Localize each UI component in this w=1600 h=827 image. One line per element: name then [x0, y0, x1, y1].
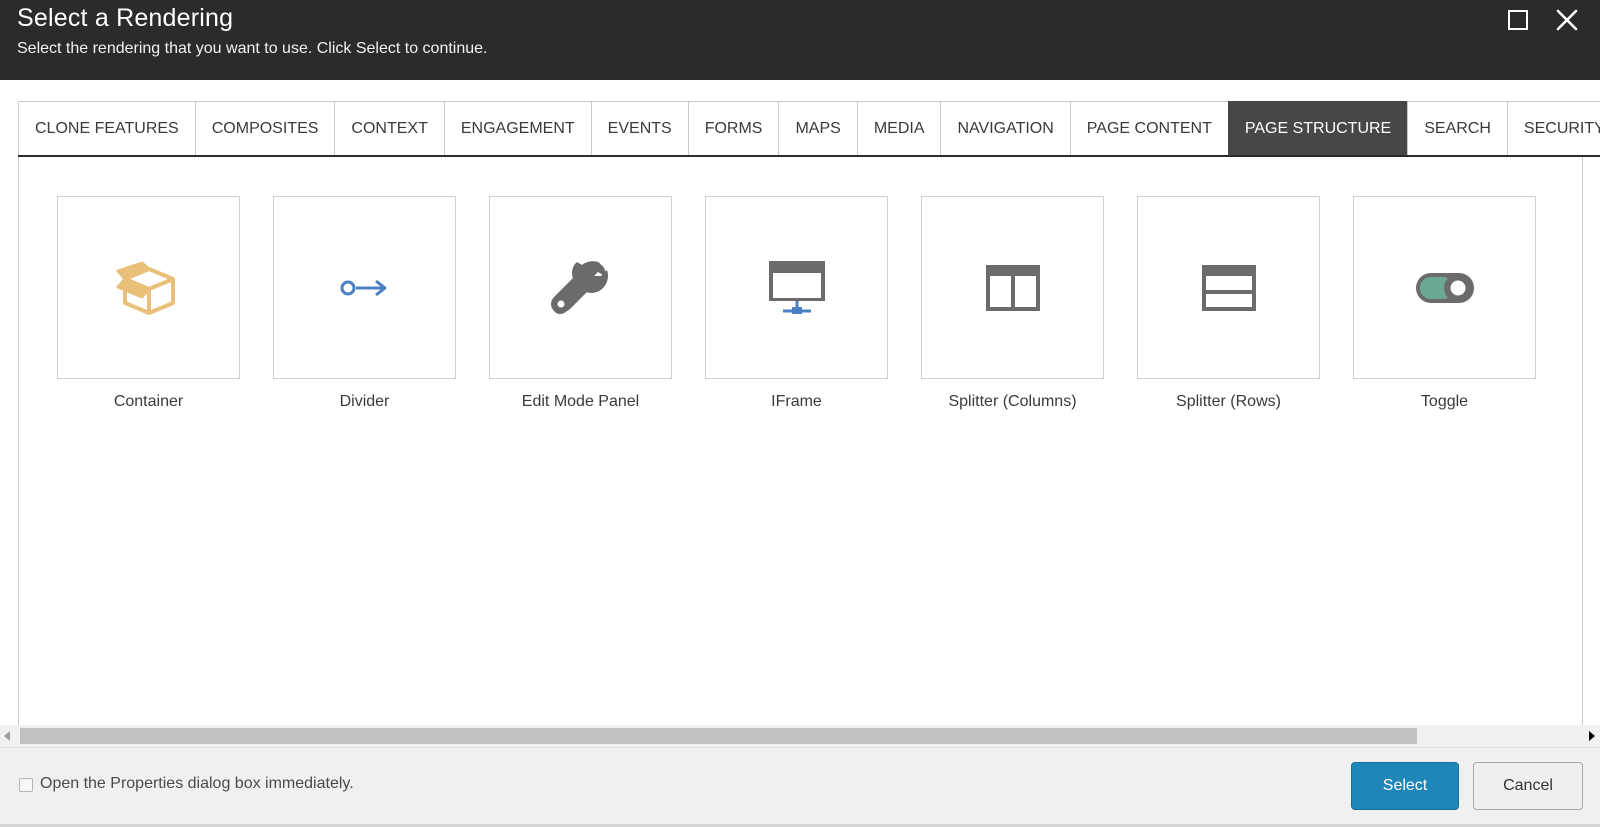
rendering-label: Splitter (Rows)	[1176, 393, 1281, 410]
cancel-button[interactable]: Cancel	[1473, 762, 1583, 810]
close-icon	[1556, 9, 1578, 31]
toggle-icon	[1415, 272, 1474, 303]
dialog-title: Select a Rendering	[17, 4, 234, 32]
select-button[interactable]: Select	[1351, 762, 1459, 810]
wrench-icon	[550, 260, 608, 314]
tab-page-content[interactable]: PAGE CONTENT	[1069, 101, 1229, 155]
horizontal-scrollbar[interactable]	[0, 725, 1600, 747]
dialog-subtitle: Select the rendering that you want to us…	[17, 40, 488, 57]
category-tabs: CLONE FEATURES COMPOSITES CONTEXT ENGAGE…	[18, 101, 1600, 157]
tab-context[interactable]: CONTEXT	[334, 101, 445, 155]
rendering-thumbnail	[273, 196, 456, 379]
maximize-icon	[1508, 10, 1528, 30]
tab-events[interactable]: EVENTS	[590, 101, 689, 155]
tab-clone-features[interactable]: CLONE FEATURES	[18, 101, 196, 155]
divider-icon	[340, 279, 386, 296]
renderings-panel: Container Divider Edit Mode Panel IFrame…	[18, 157, 1583, 784]
rendering-label: Splitter (Columns)	[948, 393, 1077, 410]
dialog-footer: Open the Properties dialog box immediate…	[0, 747, 1600, 827]
open-properties-label[interactable]: Open the Properties dialog box immediate…	[40, 775, 354, 793]
tab-media[interactable]: MEDIA	[856, 101, 942, 155]
rendering-thumbnail	[705, 196, 888, 379]
close-button[interactable]	[1551, 4, 1583, 36]
dialog-content: CLONE FEATURES COMPOSITES CONTEXT ENGAGE…	[0, 80, 1600, 784]
open-properties-checkbox[interactable]	[19, 778, 33, 792]
rendering-thumbnail	[1353, 196, 1536, 379]
rendering-thumbnail	[921, 196, 1104, 379]
tab-maps[interactable]: MAPS	[778, 101, 858, 155]
tab-navigation[interactable]: NAVIGATION	[940, 101, 1071, 155]
rendering-label: IFrame	[771, 393, 822, 410]
scroll-right-arrow-icon[interactable]	[1589, 731, 1595, 741]
tab-engagement[interactable]: ENGAGEMENT	[443, 101, 592, 155]
rendering-label: Edit Mode Panel	[521, 393, 640, 410]
tab-forms[interactable]: FORMS	[687, 101, 780, 155]
rendering-thumbnail	[57, 196, 240, 379]
rendering-toggle[interactable]: Toggle	[1353, 196, 1536, 411]
rendering-container[interactable]: Container	[57, 196, 240, 411]
rendering-label: Divider	[339, 393, 390, 410]
columns-icon	[985, 264, 1040, 311]
rendering-splitter-columns[interactable]: Splitter (Columns)	[921, 196, 1104, 411]
box-icon	[116, 261, 175, 315]
scrollbar-thumb[interactable]	[20, 728, 1417, 744]
tab-security[interactable]: SECURITY	[1506, 101, 1600, 155]
rendering-label: Container	[113, 393, 184, 410]
dialog-header: Select a Rendering Select the rendering …	[0, 0, 1600, 80]
maximize-button[interactable]	[1502, 4, 1534, 36]
rendering-divider[interactable]: Divider	[273, 196, 456, 411]
rendering-splitter-rows[interactable]: Splitter (Rows)	[1137, 196, 1320, 411]
rows-icon	[1201, 264, 1256, 311]
rendering-edit-mode-panel[interactable]: Edit Mode Panel	[489, 196, 672, 411]
rendering-thumbnail	[1137, 196, 1320, 379]
monitor-icon	[768, 260, 825, 314]
tab-composites[interactable]: COMPOSITES	[194, 101, 336, 155]
tab-page-structure[interactable]: PAGE STRUCTURE	[1227, 101, 1409, 155]
tab-search[interactable]: SEARCH	[1407, 101, 1508, 155]
rendering-label: Toggle	[1420, 393, 1469, 410]
rendering-thumbnail	[489, 196, 672, 379]
scroll-left-arrow-icon[interactable]	[4, 731, 10, 741]
rendering-iframe[interactable]: IFrame	[705, 196, 888, 411]
